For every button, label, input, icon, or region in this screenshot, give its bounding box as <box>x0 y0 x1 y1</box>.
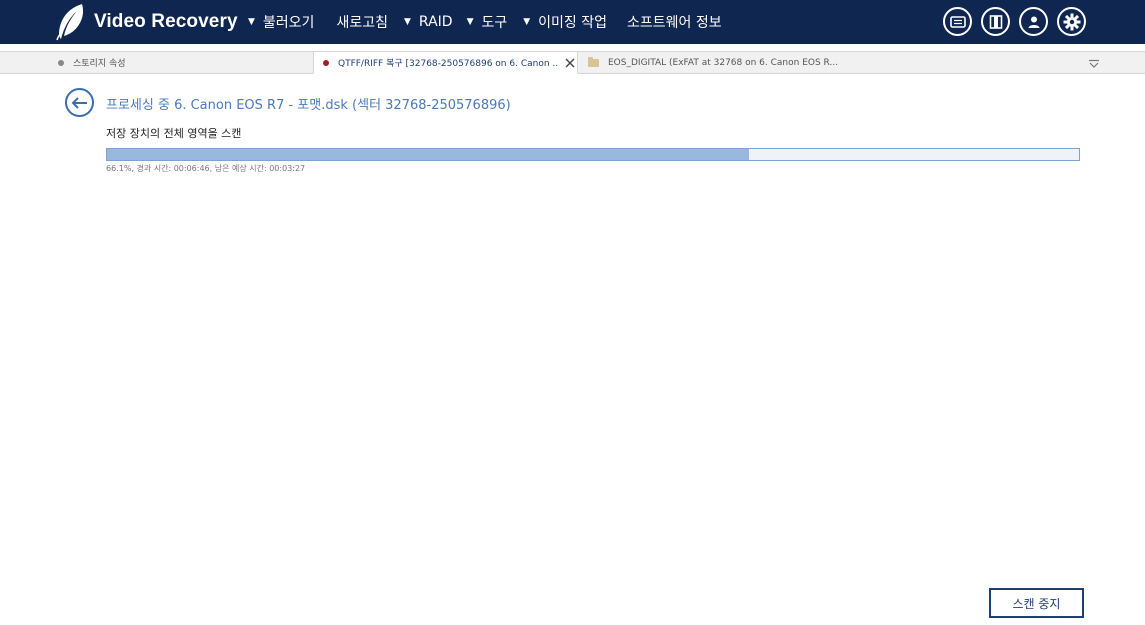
scan-heading: 저장 장치의 전체 영역을 스캔 <box>106 127 242 140</box>
menu-tools[interactable]: ▼ 도구 <box>467 12 508 32</box>
arrow-left-icon <box>71 96 87 109</box>
main-menu: ▼ 불러오기 새로고침 ▼ RAID ▼ 도구 ▼ 이미징 작업 소프트웨어 정… <box>248 0 722 44</box>
user-button[interactable] <box>1019 7 1048 36</box>
processing-title: 프로세싱 중 6. Canon EOS R7 - 포맷.dsk (섹터 3276… <box>106 98 511 113</box>
log-icon <box>949 15 966 28</box>
menu-raid[interactable]: ▼ RAID <box>404 14 453 30</box>
menu-imaging[interactable]: ▼ 이미징 작업 <box>523 12 607 32</box>
progress-bar <box>106 148 1080 161</box>
status-dot-icon <box>323 59 329 66</box>
caret-down-icon: ▼ <box>523 17 531 27</box>
status-dot-icon <box>58 59 64 66</box>
tab-qtff-riff-recovery[interactable]: QTFF/RIFF 복구 [32768-250576896 on 6. Cano… <box>313 51 578 74</box>
tab-bar: 스토리지 속성 QTFF/RIFF 복구 [32768-250576896 on… <box>0 51 1145 74</box>
menu-refresh[interactable]: 새로고침 <box>336 12 388 32</box>
stop-scan-button[interactable]: 스캔 중지 <box>989 588 1084 618</box>
user-icon <box>1028 16 1039 28</box>
progress-bar-fill <box>107 149 750 160</box>
caret-down-icon: ▼ <box>466 17 474 27</box>
close-icon[interactable] <box>564 57 576 69</box>
top-bar: Video Recovery ▼ 불러오기 새로고침 ▼ RAID ▼ 도구 ▼… <box>0 0 1145 44</box>
tab-storage-properties[interactable]: 스토리지 속성 <box>58 51 308 74</box>
tab-eos-digital[interactable]: EOS_DIGITAL (ExFAT at 32768 on 6. Canon … <box>588 51 848 74</box>
progress-status-text: 66.1%, 경과 시간: 00:06:46, 남은 예상 시간: 00:03:… <box>106 164 306 173</box>
feather-logo-icon <box>55 3 87 41</box>
caret-down-icon: ▼ <box>403 17 411 27</box>
menu-about[interactable]: 소프트웨어 정보 <box>627 12 722 32</box>
gear-icon <box>1063 13 1080 30</box>
tab-list-menu-icon[interactable] <box>1087 56 1101 70</box>
folder-icon <box>588 56 599 67</box>
menu-load[interactable]: ▼ 불러오기 <box>248 12 314 32</box>
log-button[interactable] <box>943 7 972 36</box>
header-icon-group <box>943 7 1086 36</box>
panel-icon <box>989 14 1002 29</box>
settings-button[interactable] <box>1057 7 1086 36</box>
caret-down-icon: ▼ <box>248 17 255 27</box>
panel-button[interactable] <box>981 7 1010 36</box>
back-button[interactable] <box>65 88 94 117</box>
app-title: Video Recovery <box>94 11 238 32</box>
